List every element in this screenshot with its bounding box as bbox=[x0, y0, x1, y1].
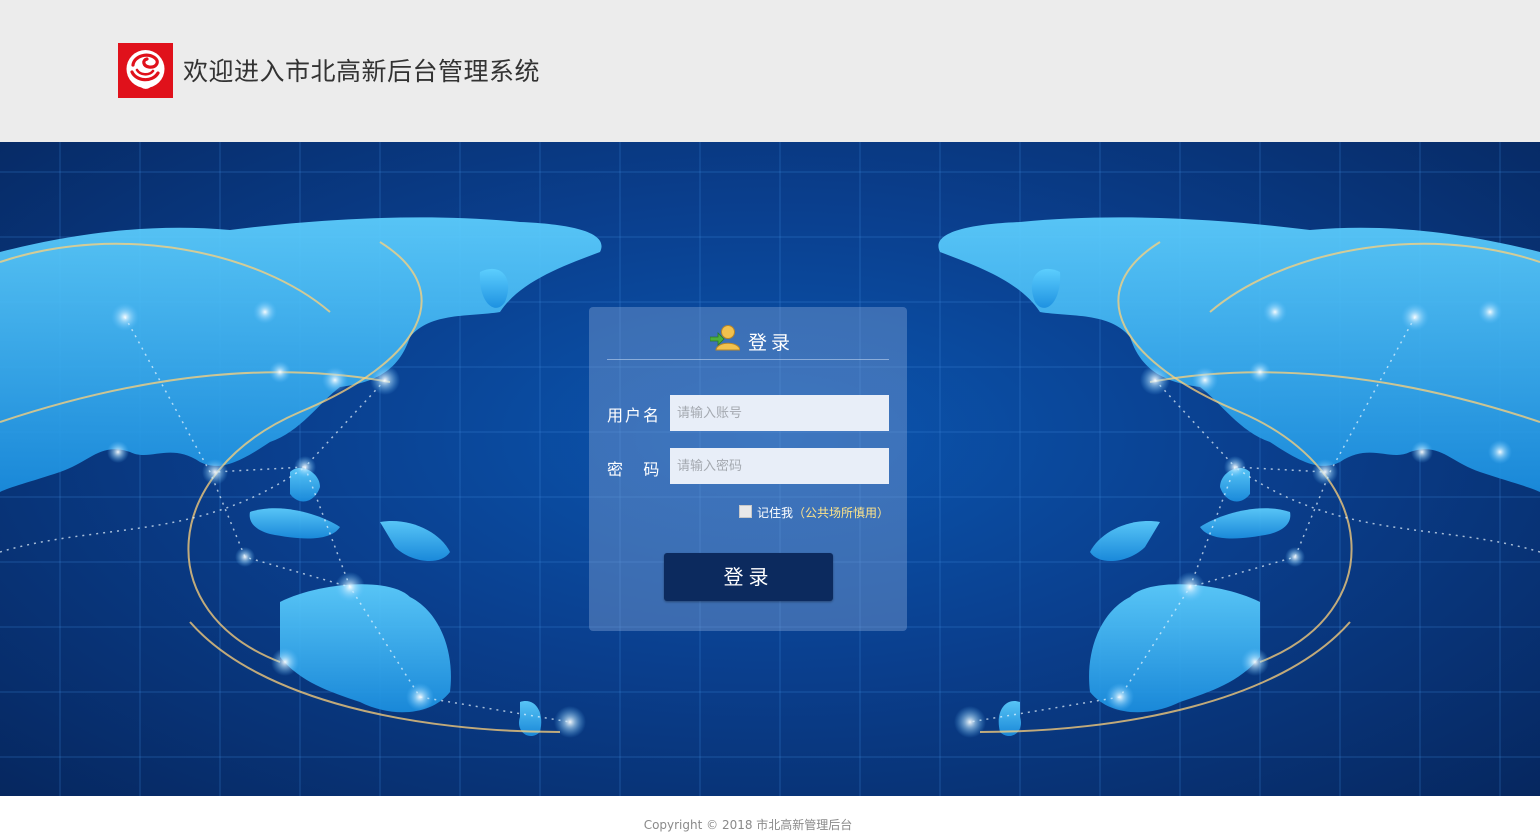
login-panel: 登录 用户名 密 码 记住我（公共场所慎用） 登录 bbox=[589, 307, 907, 631]
copyright-text: Copyright © 2018 市北高新管理后台 bbox=[643, 818, 853, 832]
site-title: 欢迎进入市北高新后台管理系统 bbox=[183, 57, 541, 86]
rose-logo-icon bbox=[118, 43, 173, 98]
login-panel-header: 登录 bbox=[607, 321, 889, 360]
password-input[interactable] bbox=[670, 448, 889, 484]
login-title: 登录 bbox=[748, 332, 795, 354]
username-label: 用户名 bbox=[607, 406, 662, 425]
remember-me-checkbox[interactable] bbox=[739, 505, 752, 518]
top-header: 欢迎进入市北高新后台管理系统 bbox=[0, 0, 1540, 142]
world-map-banner: 登录 用户名 密 码 记住我（公共场所慎用） 登录 bbox=[0, 142, 1540, 796]
login-button[interactable]: 登录 bbox=[664, 553, 833, 601]
footer: Copyright © 2018 市北高新管理后台 bbox=[0, 796, 1540, 834]
remember-me-label: 记住我 bbox=[757, 506, 794, 520]
user-login-icon bbox=[709, 323, 741, 351]
username-input[interactable] bbox=[670, 395, 889, 431]
remember-me-note: （公共场所慎用） bbox=[793, 506, 890, 520]
password-label: 密 码 bbox=[607, 460, 660, 479]
remember-me-option[interactable]: 记住我（公共场所慎用） bbox=[739, 504, 889, 520]
